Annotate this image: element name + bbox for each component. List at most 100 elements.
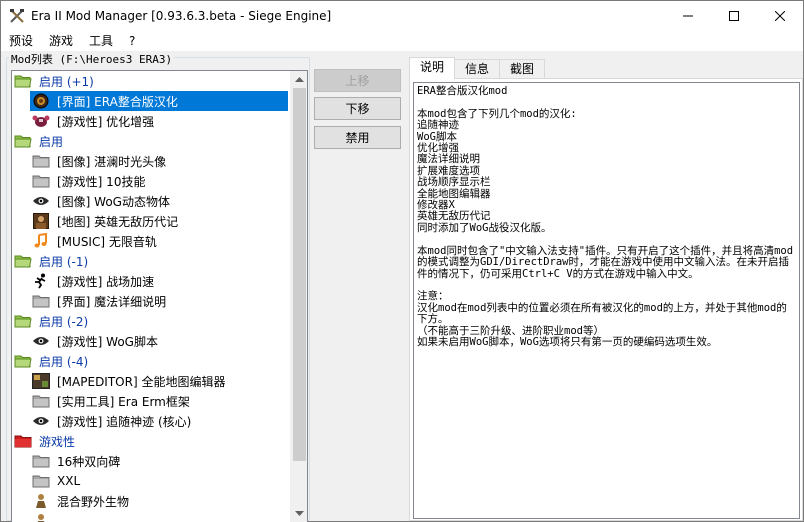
tree-item-row[interactable]: 混合野外生物 [12, 491, 290, 511]
crab-icon [32, 113, 50, 129]
scroll-thumb[interactable] [293, 88, 306, 461]
tree-item-row[interactable]: [界面] ERA整合版汉化 [12, 91, 290, 111]
tree-item-label: [游戏性] WoG脚本 [57, 334, 158, 349]
eye-icon [32, 413, 50, 429]
description-panel: ERA整合版汉化mod 本mod包含了下列几个mod的汉化: 追随神迹 WoG脚… [409, 78, 803, 521]
menu-game[interactable]: 游戏 [41, 31, 81, 51]
music-note-icon [32, 233, 50, 249]
tree-item-row[interactable]: [界面] 魔法详细说明 [12, 291, 290, 311]
tree-item-row[interactable]: [游戏性] 战场加速 [12, 271, 290, 291]
tree-item-label: [游戏性] 追随神迹 (核心) [57, 414, 192, 429]
window-title: Era II Mod Manager [0.93.6.3.beta - Sieg… [31, 9, 332, 23]
tree-item-label: [界面] 魔法详细说明 [57, 294, 167, 309]
tree-item-row[interactable]: [实用工具] Era Erm框架 [12, 391, 290, 411]
tree-group-label: 启用 (-2) [39, 314, 89, 329]
creature-icon [32, 493, 50, 509]
tree-item-row[interactable] [12, 511, 290, 522]
maximize-button[interactable] [711, 1, 757, 31]
mod-tree-rows: 启用 (+1) [界面] ERA整合版汉化 [游戏性] 优化增强启用 [图像] 湛澜时… [12, 71, 290, 522]
mod-manager-window: Era II Mod Manager [0.93.6.3.beta - Sieg… [0, 0, 804, 522]
tree-item-label: [地图] 英雄无敌历代记 [57, 214, 179, 229]
tree-group-label: 启用 (+1) [39, 74, 94, 89]
menu-help[interactable]: ? [121, 31, 143, 51]
tree-item-label: [MUSIC] 无限音轨 [57, 234, 157, 249]
tab-description[interactable]: 说明 [409, 57, 456, 79]
tree-group-row[interactable]: 游戏性 [12, 431, 290, 451]
tree-group-row[interactable]: 启用 [12, 131, 290, 151]
folder-gray-icon [32, 293, 50, 309]
tree-group-row[interactable]: 启用 (+1) [12, 71, 290, 91]
tree-item-row[interactable]: [游戏性] WoG脚本 [12, 331, 290, 351]
folder-open-green-icon [14, 313, 32, 329]
move-down-button[interactable]: 下移 [314, 97, 401, 120]
map-editor-icon [32, 373, 50, 389]
tree-group-row[interactable]: 启用 (-2) [12, 311, 290, 331]
portrait-icon [32, 213, 50, 229]
tree-item-label: [MAPEDITOR] 全能地图编辑器 [57, 374, 226, 389]
move-up-button[interactable]: 上移 [314, 69, 401, 92]
chevron-down-icon [295, 511, 304, 516]
tree-item-label: [图像] 湛澜时光头像 [57, 154, 167, 169]
creature-icon [32, 513, 50, 522]
folder-open-green-icon [14, 353, 32, 369]
tree-item-row[interactable]: [图像] WoG动态物体 [12, 191, 290, 211]
tree-group-label: 启用 (-4) [39, 354, 89, 369]
close-icon [775, 11, 785, 21]
tree-item-label: 混合野外生物 [57, 494, 130, 509]
tree-item-label: [游戏性] 优化增强 [57, 114, 155, 129]
tree-item-row[interactable]: [游戏性] 追随神迹 (核心) [12, 411, 290, 431]
tree-item-row[interactable]: XXL [12, 471, 290, 491]
tree-item-row[interactable]: [游戏性] 10技能 [12, 171, 290, 191]
folder-open-green-icon [14, 253, 32, 269]
tree-group-row[interactable]: 启用 (-1) [12, 251, 290, 271]
folder-red-icon [14, 433, 32, 449]
tree-item-row[interactable]: [MUSIC] 无限音轨 [12, 231, 290, 251]
mod-list-legend: Mod列表 (F:\Heroes3 ERA3) [9, 51, 175, 67]
title-bar[interactable]: Era II Mod Manager [0.93.6.3.beta - Sieg… [1, 1, 803, 31]
tree-item-label: 16种双向碑 [57, 454, 121, 469]
tree-item-label: [游戏性] 战场加速 [57, 274, 155, 289]
close-button[interactable] [757, 1, 803, 31]
folder-gray-icon [32, 453, 50, 469]
folder-open-green-icon [14, 133, 32, 149]
tree-item-row[interactable]: [游戏性] 优化增强 [12, 111, 290, 131]
description-text[interactable]: ERA整合版汉化mod 本mod包含了下列几个mod的汉化: 追随神迹 WoG脚… [413, 82, 800, 519]
menu-presets[interactable]: 预设 [1, 31, 41, 51]
folder-gray-icon [32, 153, 50, 169]
tree-item-row[interactable]: [MAPEDITOR] 全能地图编辑器 [12, 371, 290, 391]
tab-info[interactable]: 信息 [454, 59, 501, 79]
tree-group-label: 启用 (-1) [39, 254, 89, 269]
crossed-tools-icon [9, 8, 25, 24]
tab-screenshots[interactable]: 截图 [499, 59, 546, 79]
maximize-icon [729, 11, 739, 21]
detail-tabs: 说明 信息 截图 [409, 57, 546, 79]
folder-gray-icon [32, 473, 50, 489]
folder-gray-icon [32, 393, 50, 409]
tree-item-row[interactable]: 16种双向碑 [12, 451, 290, 471]
menu-tools[interactable]: 工具 [81, 31, 121, 51]
tree-group-row[interactable]: 启用 (-4) [12, 351, 290, 371]
tree-group-label: 游戏性 [39, 434, 76, 449]
eye-icon [32, 193, 50, 209]
eye-icon [32, 333, 50, 349]
scroll-down-arrow[interactable] [291, 505, 307, 522]
minimize-button[interactable] [665, 1, 711, 31]
tree-item-label: [游戏性] 10技能 [57, 174, 146, 189]
mod-tree[interactable]: 启用 (+1) [界面] ERA整合版汉化 [游戏性] 优化增强启用 [图像] 湛澜时… [11, 70, 308, 522]
chevron-up-icon [295, 77, 304, 82]
tree-item-label: [图像] WoG动态物体 [57, 194, 170, 209]
tree-item-row[interactable]: [图像] 湛澜时光头像 [12, 151, 290, 171]
tree-item-label: XXL [57, 474, 81, 488]
emblem-icon [32, 93, 50, 109]
tree-scrollbar[interactable] [290, 71, 307, 522]
tree-item-row[interactable]: [地图] 英雄无敌历代记 [12, 211, 290, 231]
tree-item-label: [界面] ERA整合版汉化 [57, 94, 178, 109]
folder-open-green-icon [14, 73, 32, 89]
runner-icon [32, 273, 50, 289]
disable-button[interactable]: 禁用 [314, 126, 401, 149]
tree-item-label: [实用工具] Era Erm框架 [57, 394, 190, 409]
tree-group-label: 启用 [39, 134, 64, 149]
minimize-icon [683, 15, 693, 17]
scroll-up-arrow[interactable] [291, 71, 307, 88]
menu-bar: 预设 游戏 工具 ? [1, 31, 803, 51]
